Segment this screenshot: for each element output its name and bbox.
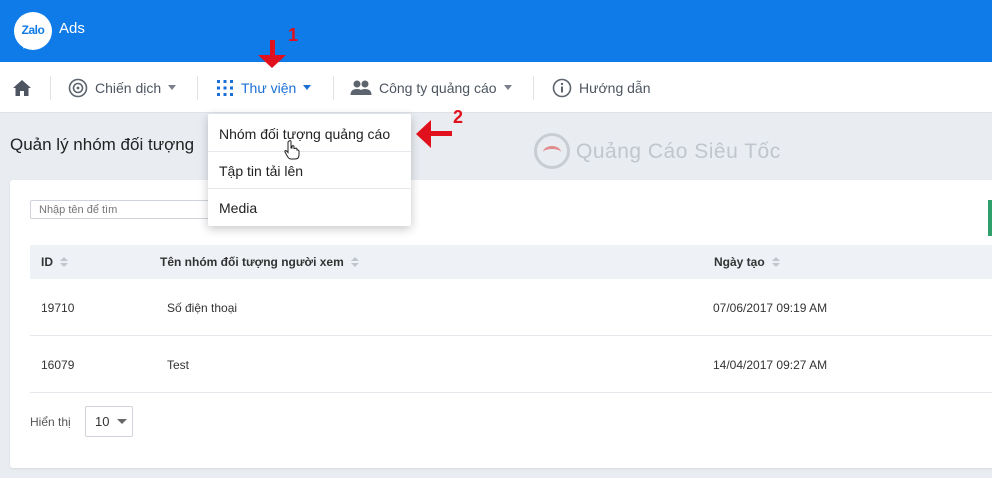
grid-icon	[217, 79, 233, 96]
page-title: Quản lý nhóm đối tượng	[10, 135, 195, 154]
column-header-label: Tên nhóm đối tượng người xem	[160, 255, 344, 269]
chevron-down-icon	[168, 85, 177, 90]
zalo-logo[interactable]: Zalo	[14, 12, 52, 51]
page-size-label: Hiển thị	[30, 415, 71, 429]
column-header-label: Ngày tạo	[714, 255, 765, 269]
people-icon	[350, 80, 372, 95]
annotation-number-1: 1	[288, 25, 299, 45]
chevron-down-icon	[117, 419, 128, 424]
table-cell-id: 16079	[41, 358, 75, 372]
table-cell-name[interactable]: Test	[167, 358, 189, 372]
row-divider	[30, 392, 992, 393]
audience-table-card	[10, 180, 992, 468]
annotation-arrow-left	[430, 131, 452, 136]
logo-text: Zalo	[21, 23, 45, 37]
top-header: Zalo Ads	[0, 0, 992, 62]
menu-item-tap-tin[interactable]: Tập tin tải lên	[208, 152, 411, 189]
info-icon	[552, 78, 572, 97]
home-nav-button[interactable]	[12, 62, 32, 113]
watermark-logo-icon	[534, 133, 570, 169]
sort-icon	[771, 257, 780, 267]
home-icon	[13, 79, 31, 96]
page-size-value: 10	[95, 414, 110, 429]
table-cell-created: 14/04/2017 09:27 AM	[713, 358, 828, 372]
target-icon	[68, 78, 88, 97]
brand-suffix: Ads	[59, 20, 85, 37]
watermark-text: Quảng Cáo Siêu Tốc	[576, 140, 781, 163]
nav-item-label: Thư viện	[241, 79, 297, 96]
table-cell-name[interactable]: Số điện thoại	[167, 301, 237, 315]
annotation-number-2: 2	[453, 107, 464, 127]
nav-item-label: Hướng dẫn	[579, 79, 651, 96]
nav-item-thu-vien[interactable]: Thư viện	[216, 62, 312, 113]
annotation-arrow-down-head	[258, 55, 286, 68]
sort-icon	[350, 257, 359, 267]
nav-item-label: Chiến dịch	[95, 79, 162, 96]
search-input[interactable]	[30, 200, 230, 219]
page-size-select[interactable]: 10	[85, 406, 133, 437]
table-cell-id: 19710	[41, 301, 75, 315]
nav-item-chien-dich[interactable]: Chiến dịch	[68, 62, 177, 113]
table-cell-created: 07/06/2017 09:19 AM	[713, 301, 828, 315]
nav-divider	[50, 76, 51, 100]
main-nav: Chiến dịch Thư viện Công ty quảng cáo Hư…	[0, 62, 992, 113]
chevron-down-icon	[503, 85, 512, 90]
hand-cursor-icon	[284, 140, 300, 160]
menu-item-nhom-doi-tuong[interactable]: Nhóm đối tượng quảng cáo	[208, 115, 411, 152]
annotation-arrow-down	[270, 40, 275, 56]
thu-vien-dropdown-menu: Nhóm đối tượng quảng cáo Tập tin tải lên…	[208, 114, 411, 226]
row-divider	[30, 335, 992, 336]
nav-item-cong-ty[interactable]: Công ty quảng cáo	[350, 62, 512, 113]
annotation-arrow-left-head	[416, 120, 431, 148]
nav-item-label: Công ty quảng cáo	[379, 79, 497, 96]
create-button-edge[interactable]	[988, 200, 992, 236]
menu-item-media[interactable]: Media	[208, 189, 411, 226]
chevron-down-icon	[303, 85, 312, 90]
column-header-id[interactable]: ID	[41, 255, 68, 269]
sort-icon	[60, 257, 68, 267]
column-header-label: ID	[41, 255, 53, 269]
nav-item-huong-dan[interactable]: Hướng dẫn	[552, 62, 650, 113]
nav-divider	[533, 76, 534, 100]
nav-divider	[197, 76, 198, 100]
column-header-name[interactable]: Tên nhóm đối tượng người xem	[160, 255, 359, 269]
nav-divider	[333, 76, 334, 100]
logo-tail	[18, 40, 32, 51]
column-header-created[interactable]: Ngày tạo	[714, 255, 780, 269]
